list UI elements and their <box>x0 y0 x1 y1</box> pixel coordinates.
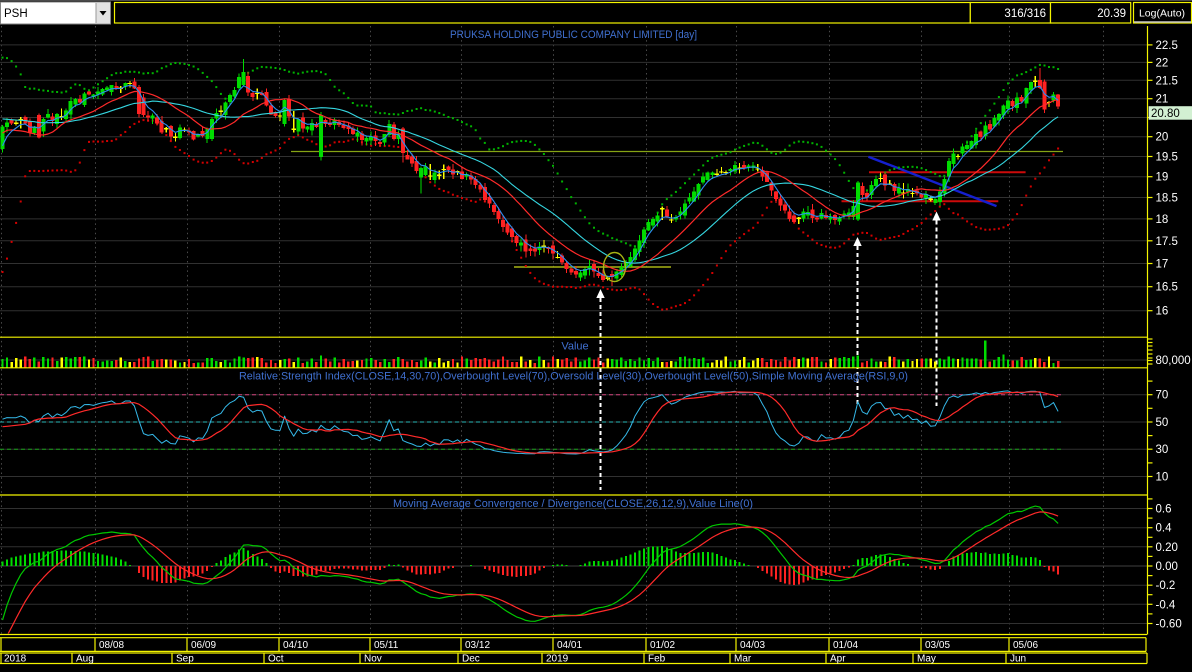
svg-text:22.5: 22.5 <box>1156 40 1178 52</box>
svg-text:21: 21 <box>1156 94 1169 106</box>
svg-text:Oct: Oct <box>268 654 284 665</box>
svg-text:08/08: 08/08 <box>99 640 124 651</box>
svg-text:May: May <box>917 654 936 665</box>
svg-text:Apr: Apr <box>830 654 846 665</box>
svg-text:20.80: 20.80 <box>1151 108 1180 120</box>
svg-text:04/03: 04/03 <box>740 640 765 651</box>
svg-text:20.39: 20.39 <box>1097 8 1126 20</box>
svg-text:16: 16 <box>1156 306 1169 318</box>
svg-text:10: 10 <box>1156 472 1169 484</box>
svg-text:19.5: 19.5 <box>1156 152 1178 164</box>
svg-text:Log(Auto): Log(Auto) <box>1139 8 1185 20</box>
svg-text:70: 70 <box>1156 390 1169 402</box>
svg-text:Nov: Nov <box>364 654 382 665</box>
svg-text:Mar: Mar <box>734 654 752 665</box>
svg-text:18.5: 18.5 <box>1156 193 1178 205</box>
svg-text:01/04: 01/04 <box>833 640 858 651</box>
svg-text:19: 19 <box>1156 172 1169 184</box>
svg-text:0.20: 0.20 <box>1156 542 1178 554</box>
svg-text:20: 20 <box>1156 132 1169 144</box>
svg-text:2018: 2018 <box>4 654 27 665</box>
svg-text:03/05: 03/05 <box>925 640 950 651</box>
svg-text:03/12: 03/12 <box>465 640 490 651</box>
svg-text:04/01: 04/01 <box>557 640 582 651</box>
svg-text:17.5: 17.5 <box>1156 236 1178 248</box>
svg-text:2019: 2019 <box>546 654 569 665</box>
svg-text:PRUKSA HOLDING PUBLIC COMPANY: PRUKSA HOLDING PUBLIC COMPANY LIMITED [d… <box>450 29 697 41</box>
svg-text:05/06: 05/06 <box>1013 640 1038 651</box>
svg-text:0.6: 0.6 <box>1156 504 1172 516</box>
svg-text:Aug: Aug <box>76 654 94 665</box>
svg-text:-0.4: -0.4 <box>1156 599 1176 611</box>
svg-text:Feb: Feb <box>648 654 666 665</box>
svg-text:Dec: Dec <box>462 654 480 665</box>
svg-text:0.4: 0.4 <box>1156 523 1173 535</box>
svg-text:21.5: 21.5 <box>1156 75 1178 87</box>
svg-text:-0.60: -0.60 <box>1156 619 1182 631</box>
svg-text:04/10: 04/10 <box>283 640 308 651</box>
svg-text:22: 22 <box>1156 57 1169 69</box>
svg-text:50: 50 <box>1156 417 1169 429</box>
svg-text:05/11: 05/11 <box>374 640 399 651</box>
svg-text:0.00: 0.00 <box>1156 561 1178 573</box>
svg-text:Relative Strength Index(CLOSE,: Relative Strength Index(CLOSE,14,30,70),… <box>239 371 908 383</box>
svg-text:18: 18 <box>1156 214 1169 226</box>
svg-text:Sep: Sep <box>176 654 194 665</box>
svg-text:Jun: Jun <box>1010 654 1026 665</box>
svg-text:Moving Average Convergence / D: Moving Average Convergence / Divergence(… <box>393 498 753 510</box>
svg-text:30: 30 <box>1156 444 1169 456</box>
svg-text:01/02: 01/02 <box>650 640 675 651</box>
svg-text:PSH: PSH <box>4 8 28 20</box>
svg-text:16.5: 16.5 <box>1156 282 1178 294</box>
svg-text:17: 17 <box>1156 259 1169 271</box>
svg-text:316/316: 316/316 <box>1004 8 1046 20</box>
svg-text:-0.2: -0.2 <box>1156 580 1176 592</box>
svg-text:Value: Value <box>561 341 588 353</box>
svg-text:80,000: 80,000 <box>1156 355 1191 367</box>
svg-text:06/09: 06/09 <box>191 640 216 651</box>
